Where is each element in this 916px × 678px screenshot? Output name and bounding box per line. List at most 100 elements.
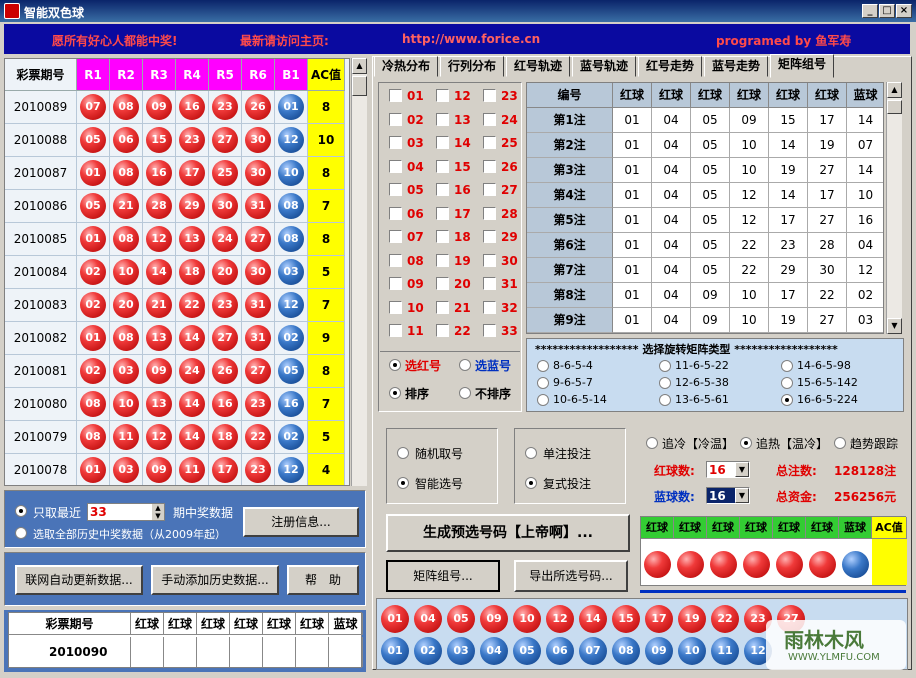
pool-red-ball[interactable]: 12 [546,605,574,633]
all-history-radio[interactable] [15,527,27,539]
sort-radio[interactable] [389,387,401,399]
pool-red-ball[interactable]: 10 [513,605,541,633]
tab-4[interactable]: 红号走势 [638,56,702,77]
number-checkbox[interactable] [389,89,402,102]
pool-blue-ball[interactable]: 06 [546,637,574,665]
number-checkbox[interactable] [389,324,402,337]
banner-url[interactable]: http://www.forice.cn [402,32,540,46]
matrix-group-button[interactable]: 矩阵组号... [386,560,500,592]
chase-hot-radio[interactable] [740,437,752,449]
tab-3[interactable]: 蓝号轨迹 [572,56,636,77]
pool-red-ball[interactable]: 22 [711,605,739,633]
number-checkbox[interactable] [389,277,402,290]
number-checkbox[interactable] [389,136,402,149]
number-checkbox[interactable] [436,183,449,196]
number-checkbox[interactable] [389,230,402,243]
number-checkbox[interactable] [483,159,496,173]
register-button[interactable]: 注册信息... [243,507,359,537]
scroll-up-icon[interactable]: ▲ [887,82,902,98]
pool-red-ball[interactable]: 17 [645,605,673,633]
pool-red-ball[interactable]: 01 [381,605,409,633]
pool-red-ball[interactable]: 04 [414,605,442,633]
pool-blue-ball[interactable]: 01 [381,637,409,665]
generate-button[interactable]: 生成预选号码【上帝啊】... [386,514,630,552]
pool-blue-ball[interactable]: 08 [612,637,640,665]
number-checkbox[interactable] [436,300,449,314]
tab-1[interactable]: 行列分布 [440,56,504,77]
tab-2[interactable]: 红号轨迹 [506,56,570,77]
number-checkbox[interactable] [436,136,449,149]
tab-5[interactable]: 蓝号走势 [704,56,768,77]
pool-blue-ball[interactable]: 10 [678,637,706,665]
multi-bet-radio[interactable] [525,477,537,489]
pool-blue-ball[interactable]: 11 [711,637,739,665]
nosort-radio[interactable] [459,387,471,399]
select-blue-radio[interactable] [459,359,471,371]
matrix-type-radio[interactable] [537,377,549,389]
pool-blue-ball[interactable]: 03 [447,637,475,665]
select-red-radio[interactable] [389,359,401,371]
number-checkbox[interactable] [483,112,496,126]
chase-cold-radio[interactable] [646,437,658,449]
pool-red-ball[interactable]: 09 [480,605,508,633]
scroll-down-icon[interactable]: ▼ [887,318,902,334]
pool-blue-ball[interactable]: 04 [480,637,508,665]
number-checkbox[interactable] [389,300,402,314]
export-button[interactable]: 导出所选号码... [514,560,628,592]
matrix-type-radio[interactable] [537,360,549,372]
number-checkbox[interactable] [389,159,402,173]
pool-blue-ball[interactable]: 05 [513,637,541,665]
scroll-thumb[interactable] [352,76,367,96]
red-count-select[interactable]: 16 ▼ [706,461,750,478]
manual-add-button[interactable]: 手动添加历史数据... [151,565,279,595]
number-checkbox[interactable] [436,253,449,267]
number-checkbox[interactable] [483,277,496,290]
matrix-type-radio[interactable] [781,360,793,372]
matrix-scrollbar[interactable]: ▲ ▼ [886,82,902,334]
scroll-thumb[interactable] [887,100,902,114]
matrix-type-radio[interactable] [659,377,671,389]
close-button[interactable]: × [896,4,912,18]
history-scrollbar[interactable]: ▲ [351,58,367,486]
tab-6[interactable]: 矩阵组号 [770,54,834,78]
matrix-type-radio[interactable] [781,394,793,406]
number-checkbox[interactable] [436,206,449,220]
number-checkbox[interactable] [483,300,496,314]
matrix-type-radio[interactable] [659,360,671,372]
scroll-up-icon[interactable]: ▲ [352,58,367,74]
number-checkbox[interactable] [389,253,402,267]
number-checkbox[interactable] [436,112,449,126]
recent-radio[interactable] [15,505,27,517]
matrix-type-radio[interactable] [659,394,671,406]
pool-red-ball[interactable]: 15 [612,605,640,633]
number-checkbox[interactable] [389,112,402,126]
pool-red-ball[interactable]: 05 [447,605,475,633]
spinner-icon[interactable]: ▲ ▼ [152,504,164,520]
chevron-down-icon[interactable]: ▼ [735,488,749,503]
number-checkbox[interactable] [436,230,449,243]
blue-count-select[interactable]: 16 ▼ [706,487,750,504]
pool-blue-ball[interactable]: 07 [579,637,607,665]
smart-radio[interactable] [397,477,409,489]
pool-red-ball[interactable]: 14 [579,605,607,633]
chevron-down-icon[interactable]: ▼ [735,462,749,477]
number-checkbox[interactable] [483,253,496,267]
matrix-type-radio[interactable] [537,394,549,406]
number-checkbox[interactable] [483,324,496,337]
number-checkbox[interactable] [389,183,402,196]
number-checkbox[interactable] [483,136,496,149]
help-button[interactable]: 帮 助 [287,565,359,595]
trend-track-radio[interactable] [834,437,846,449]
number-checkbox[interactable] [483,183,496,196]
recent-count-input[interactable]: 33 ▲ ▼ [87,503,165,521]
number-checkbox[interactable] [483,230,496,243]
number-checkbox[interactable] [436,89,449,102]
maximize-button[interactable]: □ [879,4,895,18]
random-radio[interactable] [397,447,409,459]
pool-blue-ball[interactable]: 09 [645,637,673,665]
number-checkbox[interactable] [483,206,496,220]
tab-0[interactable]: 冷热分布 [374,56,438,77]
number-checkbox[interactable] [483,89,496,102]
number-checkbox[interactable] [389,206,402,220]
pool-red-ball[interactable]: 19 [678,605,706,633]
